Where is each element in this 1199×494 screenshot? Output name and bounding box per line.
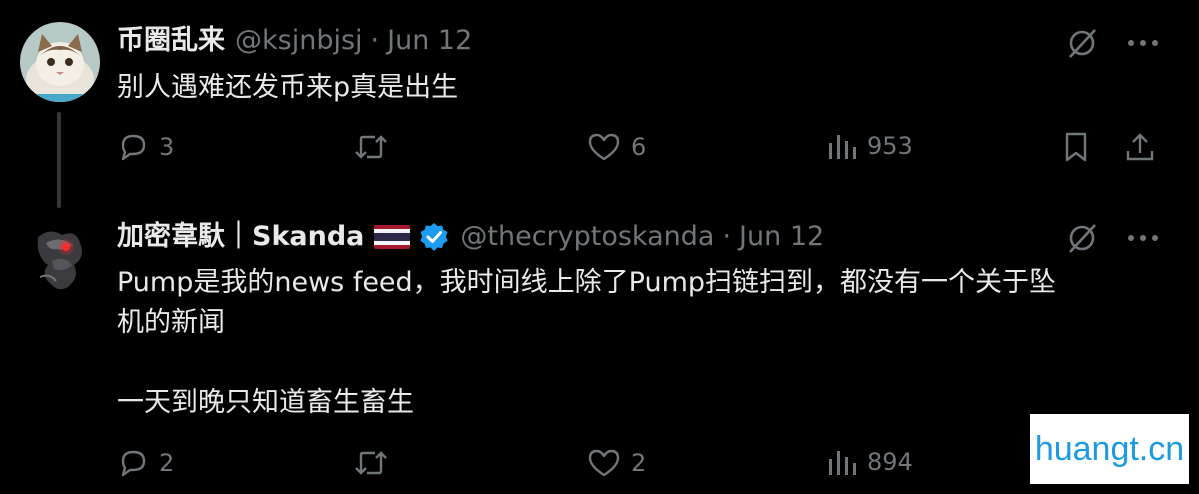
thailand-flag-icon xyxy=(374,225,411,249)
tweet-text: Pump是我的news feed，我时间线上除了Pump扫链扫到，都没有一个关于… xyxy=(117,267,1057,418)
views-button[interactable]: 953 xyxy=(827,131,913,161)
tweet-top-actions xyxy=(1065,26,1159,60)
tweet-actions: 2 2 894 xyxy=(117,447,1157,487)
handle[interactable]: @ksjnbjsj xyxy=(235,24,363,58)
share-button[interactable] xyxy=(1124,131,1156,163)
like-button[interactable]: 6 xyxy=(587,131,646,163)
watermark: huangt.cn xyxy=(1030,414,1189,484)
grok-icon[interactable] xyxy=(1065,26,1099,60)
reply-button[interactable]: 3 xyxy=(117,131,174,163)
tweet-text: 别人遇难还发币来p真是出生 xyxy=(117,72,459,103)
like-button[interactable]: 2 xyxy=(587,447,646,479)
timestamp[interactable]: Jun 12 xyxy=(387,24,472,58)
handle[interactable]: @thecryptoskanda xyxy=(460,220,714,254)
views-button[interactable]: 894 xyxy=(827,447,913,477)
bookmark-button[interactable] xyxy=(1062,131,1090,163)
display-name[interactable]: 币圈乱来 xyxy=(117,24,225,58)
grok-icon[interactable] xyxy=(1065,221,1099,255)
more-icon[interactable] xyxy=(1127,38,1159,48)
display-name[interactable]: 加密韋馱｜Skanda xyxy=(117,220,364,254)
analytics-icon xyxy=(827,447,857,477)
retweet-button[interactable] xyxy=(353,131,389,163)
reply-button[interactable]: 2 xyxy=(117,447,174,479)
retweet-icon xyxy=(353,447,389,479)
heart-icon xyxy=(587,131,621,163)
view-count: 953 xyxy=(867,132,913,160)
thread-line xyxy=(57,112,61,208)
reply-icon xyxy=(117,131,149,163)
tweet-top-actions xyxy=(1065,221,1159,255)
timestamp[interactable]: Jun 12 xyxy=(739,220,824,254)
share-icon xyxy=(1124,131,1156,163)
reply-icon xyxy=(117,447,149,479)
verified-badge-icon[interactable] xyxy=(418,221,450,253)
retweet-button[interactable] xyxy=(353,447,389,479)
view-count: 894 xyxy=(867,448,913,476)
retweet-icon xyxy=(353,131,389,163)
tweet-1[interactable]: 币圈乱来 @ksjnbjsj · Jun 12 别人遇难还发币来p真是出生 3 xyxy=(0,0,1199,208)
tweet-2[interactable]: 加密韋馱｜Skanda @thecryptoskanda · Jun 12 Pu… xyxy=(0,205,1199,494)
analytics-icon xyxy=(827,131,857,161)
bookmark-icon xyxy=(1062,131,1090,163)
like-count: 2 xyxy=(631,449,647,477)
more-icon[interactable] xyxy=(1127,233,1159,243)
tweet-header: 加密韋馱｜Skanda @thecryptoskanda · Jun 12 xyxy=(117,220,824,254)
cat-avatar[interactable] xyxy=(20,22,100,102)
reply-count: 3 xyxy=(159,133,175,161)
separator: · xyxy=(722,221,732,252)
like-count: 6 xyxy=(631,133,647,161)
tweet-header: 币圈乱来 @ksjnbjsj · Jun 12 xyxy=(117,24,472,58)
tweet-actions: 3 6 953 xyxy=(117,131,1157,171)
reply-count: 2 xyxy=(159,449,175,477)
heart-icon xyxy=(587,447,621,479)
dragon-avatar[interactable] xyxy=(20,217,100,297)
separator: · xyxy=(370,25,380,56)
